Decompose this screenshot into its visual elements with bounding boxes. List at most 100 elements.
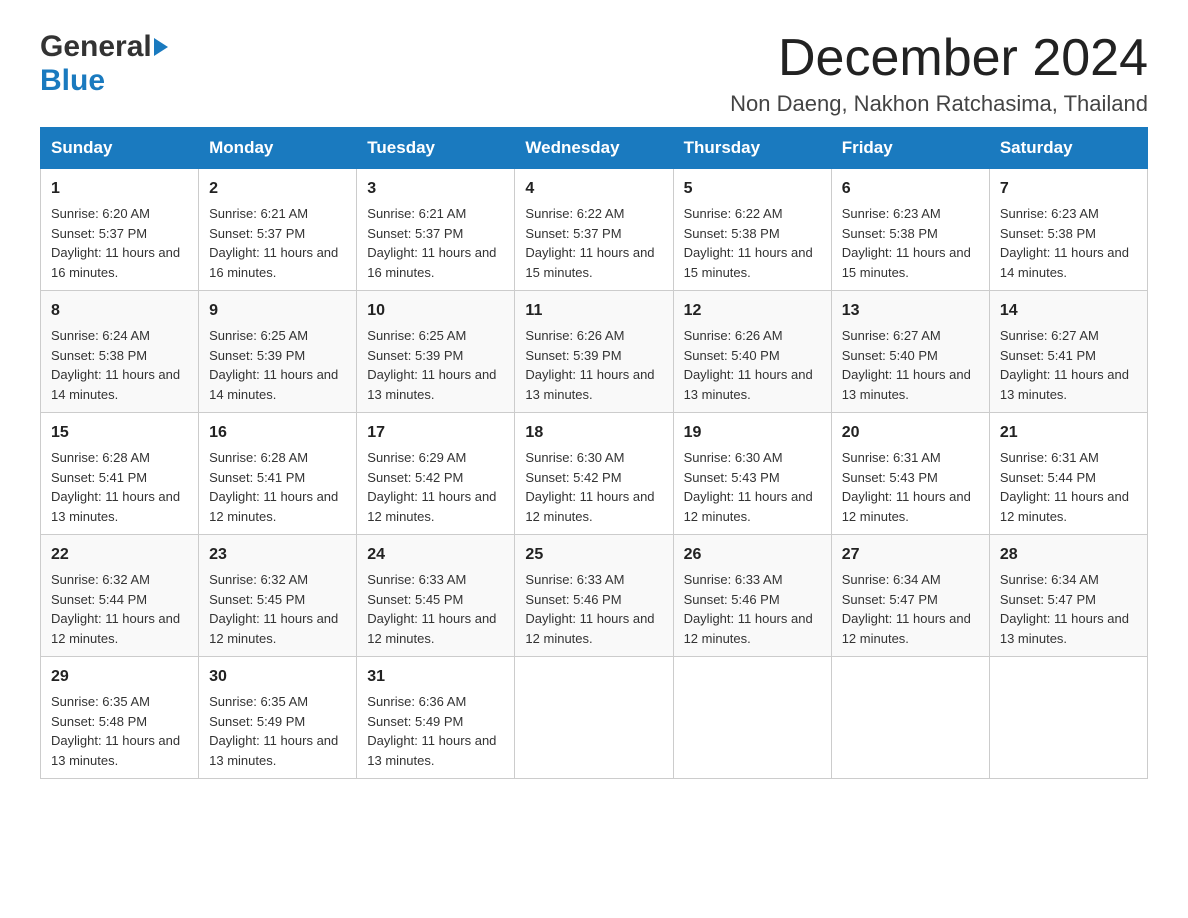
daylight-label: Daylight: 11 hours and 14 minutes. [209,367,338,402]
daylight-label: Daylight: 11 hours and 12 minutes. [1000,489,1129,524]
sunset-label: Sunset: 5:44 PM [1000,470,1096,485]
calendar-cell: 16 Sunrise: 6:28 AM Sunset: 5:41 PM Dayl… [199,413,357,535]
sunset-label: Sunset: 5:43 PM [684,470,780,485]
calendar-cell: 25 Sunrise: 6:33 AM Sunset: 5:46 PM Dayl… [515,535,673,657]
calendar-cell: 22 Sunrise: 6:32 AM Sunset: 5:44 PM Dayl… [41,535,199,657]
sunrise-label: Sunrise: 6:31 AM [1000,450,1099,465]
calendar-cell: 29 Sunrise: 6:35 AM Sunset: 5:48 PM Dayl… [41,657,199,779]
sunset-label: Sunset: 5:37 PM [367,226,463,241]
month-title: December 2024 [730,30,1148,87]
sunset-label: Sunset: 5:38 PM [684,226,780,241]
sunset-label: Sunset: 5:47 PM [1000,592,1096,607]
day-number: 14 [1000,299,1137,323]
day-number: 15 [51,421,188,445]
sunrise-label: Sunrise: 6:25 AM [367,328,466,343]
logo: General Blue [40,30,170,98]
weekday-header-thursday: Thursday [673,128,831,169]
logo-general-text: General [40,30,152,64]
day-number: 13 [842,299,979,323]
day-number: 26 [684,543,821,567]
sunrise-label: Sunrise: 6:36 AM [367,694,466,709]
day-number: 8 [51,299,188,323]
sunrise-label: Sunrise: 6:33 AM [684,572,783,587]
daylight-label: Daylight: 11 hours and 13 minutes. [367,367,496,402]
sunset-label: Sunset: 5:39 PM [525,348,621,363]
day-number: 25 [525,543,662,567]
calendar-cell: 21 Sunrise: 6:31 AM Sunset: 5:44 PM Dayl… [989,413,1147,535]
sunset-label: Sunset: 5:41 PM [51,470,147,485]
weekday-header-monday: Monday [199,128,357,169]
sunset-label: Sunset: 5:37 PM [209,226,305,241]
daylight-label: Daylight: 11 hours and 16 minutes. [51,245,180,280]
weekday-header-row: SundayMondayTuesdayWednesdayThursdayFrid… [41,128,1148,169]
daylight-label: Daylight: 11 hours and 12 minutes. [367,489,496,524]
daylight-label: Daylight: 11 hours and 12 minutes. [525,489,654,524]
daylight-label: Daylight: 11 hours and 13 minutes. [367,733,496,768]
day-number: 19 [684,421,821,445]
day-number: 21 [1000,421,1137,445]
logo-blue-text: Blue [40,64,105,97]
day-number: 29 [51,665,188,689]
daylight-label: Daylight: 11 hours and 12 minutes. [684,611,813,646]
sunset-label: Sunset: 5:49 PM [367,714,463,729]
weekday-header-saturday: Saturday [989,128,1147,169]
sunrise-label: Sunrise: 6:28 AM [209,450,308,465]
location-title: Non Daeng, Nakhon Ratchasima, Thailand [730,91,1148,117]
day-number: 1 [51,177,188,201]
sunset-label: Sunset: 5:38 PM [1000,226,1096,241]
sunset-label: Sunset: 5:46 PM [684,592,780,607]
weekday-header-friday: Friday [831,128,989,169]
sunset-label: Sunset: 5:42 PM [525,470,621,485]
sunrise-label: Sunrise: 6:26 AM [525,328,624,343]
calendar-cell: 8 Sunrise: 6:24 AM Sunset: 5:38 PM Dayli… [41,291,199,413]
day-number: 10 [367,299,504,323]
sunrise-label: Sunrise: 6:34 AM [1000,572,1099,587]
daylight-label: Daylight: 11 hours and 15 minutes. [842,245,971,280]
daylight-label: Daylight: 11 hours and 15 minutes. [684,245,813,280]
calendar-cell: 11 Sunrise: 6:26 AM Sunset: 5:39 PM Dayl… [515,291,673,413]
sunrise-label: Sunrise: 6:30 AM [684,450,783,465]
calendar-cell: 9 Sunrise: 6:25 AM Sunset: 5:39 PM Dayli… [199,291,357,413]
calendar-cell: 19 Sunrise: 6:30 AM Sunset: 5:43 PM Dayl… [673,413,831,535]
day-number: 17 [367,421,504,445]
sunset-label: Sunset: 5:37 PM [51,226,147,241]
calendar-cell: 15 Sunrise: 6:28 AM Sunset: 5:41 PM Dayl… [41,413,199,535]
daylight-label: Daylight: 11 hours and 13 minutes. [1000,367,1129,402]
page-header: General Blue December 2024 Non Daeng, Na… [40,30,1148,117]
daylight-label: Daylight: 11 hours and 15 minutes. [525,245,654,280]
calendar-table: SundayMondayTuesdayWednesdayThursdayFrid… [40,127,1148,779]
sunrise-label: Sunrise: 6:24 AM [51,328,150,343]
daylight-label: Daylight: 11 hours and 12 minutes. [842,489,971,524]
day-number: 9 [209,299,346,323]
day-number: 18 [525,421,662,445]
sunrise-label: Sunrise: 6:28 AM [51,450,150,465]
calendar-cell [989,657,1147,779]
calendar-cell: 18 Sunrise: 6:30 AM Sunset: 5:42 PM Dayl… [515,413,673,535]
sunrise-label: Sunrise: 6:32 AM [51,572,150,587]
day-number: 4 [525,177,662,201]
sunset-label: Sunset: 5:38 PM [842,226,938,241]
calendar-cell: 7 Sunrise: 6:23 AM Sunset: 5:38 PM Dayli… [989,169,1147,291]
calendar-week-row: 8 Sunrise: 6:24 AM Sunset: 5:38 PM Dayli… [41,291,1148,413]
daylight-label: Daylight: 11 hours and 13 minutes. [51,489,180,524]
calendar-cell: 27 Sunrise: 6:34 AM Sunset: 5:47 PM Dayl… [831,535,989,657]
day-number: 12 [684,299,821,323]
sunrise-label: Sunrise: 6:33 AM [525,572,624,587]
sunset-label: Sunset: 5:42 PM [367,470,463,485]
daylight-label: Daylight: 11 hours and 13 minutes. [525,367,654,402]
weekday-header-tuesday: Tuesday [357,128,515,169]
sunset-label: Sunset: 5:46 PM [525,592,621,607]
day-number: 3 [367,177,504,201]
day-number: 20 [842,421,979,445]
day-number: 22 [51,543,188,567]
calendar-cell [831,657,989,779]
calendar-week-row: 22 Sunrise: 6:32 AM Sunset: 5:44 PM Dayl… [41,535,1148,657]
day-number: 27 [842,543,979,567]
sunset-label: Sunset: 5:41 PM [1000,348,1096,363]
daylight-label: Daylight: 11 hours and 14 minutes. [51,367,180,402]
calendar-cell: 12 Sunrise: 6:26 AM Sunset: 5:40 PM Dayl… [673,291,831,413]
sunrise-label: Sunrise: 6:26 AM [684,328,783,343]
sunrise-label: Sunrise: 6:35 AM [209,694,308,709]
sunset-label: Sunset: 5:48 PM [51,714,147,729]
sunrise-label: Sunrise: 6:33 AM [367,572,466,587]
